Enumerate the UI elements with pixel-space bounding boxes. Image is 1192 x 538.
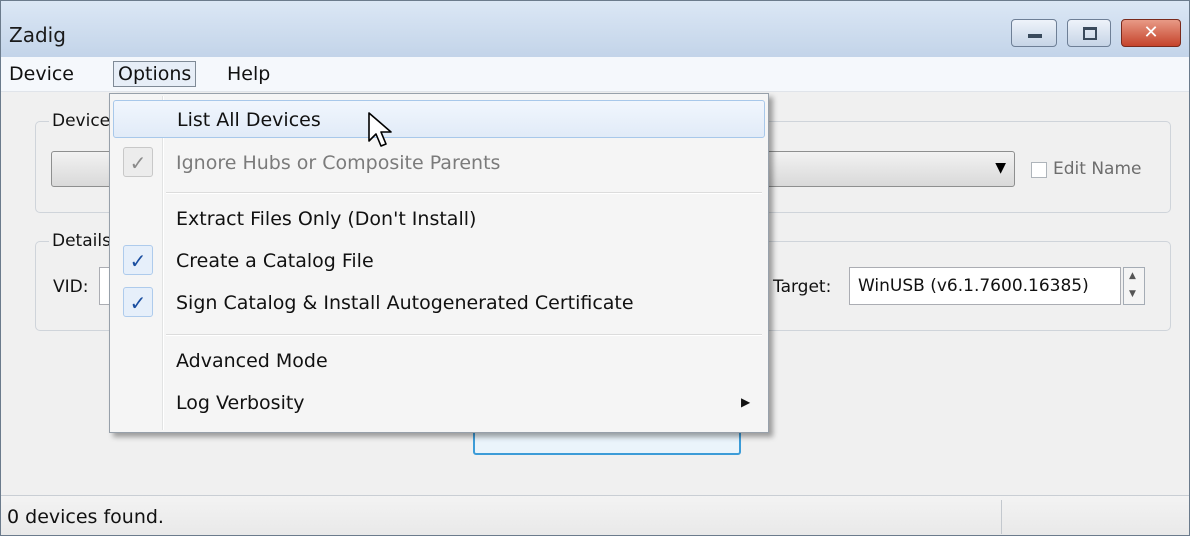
menu-item-label: Ignore Hubs or Composite Parents — [176, 152, 501, 174]
mouse-cursor-icon — [368, 112, 392, 147]
edit-name-checkbox[interactable] — [1031, 162, 1047, 178]
menu-item-label: Log Verbosity — [176, 392, 305, 414]
maximize-icon — [1083, 27, 1097, 40]
minimize-button[interactable] — [1011, 19, 1057, 47]
status-text: 0 devices found. — [7, 506, 164, 528]
device-group-legend: Device — [49, 111, 114, 131]
options-menu-dropdown: List All Devices ✓ Ignore Hubs or Compos… — [109, 93, 769, 433]
dropdown-arrow-icon: ▼ — [995, 160, 1006, 176]
checkmark-icon: ✓ — [123, 245, 153, 275]
menu-help[interactable]: Help — [223, 61, 274, 87]
driver-target-value: WinUSB (v6.1.7600.16385) — [858, 276, 1089, 296]
status-bar: 0 devices found. — [1, 495, 1189, 535]
menu-item-label: Advanced Mode — [176, 350, 328, 372]
menu-item-list-all-devices[interactable]: List All Devices — [113, 100, 765, 138]
menu-item-advanced-mode[interactable]: Advanced Mode — [113, 342, 765, 380]
target-label: Target: — [773, 277, 832, 297]
checkmark-icon: ✓ — [123, 147, 153, 177]
maximize-button[interactable] — [1067, 19, 1111, 47]
menu-options[interactable]: Options — [113, 61, 197, 87]
submenu-arrow-icon: ▶ — [741, 395, 751, 409]
menu-item-label: Create a Catalog File — [176, 250, 374, 272]
checkmark-icon: ✓ — [123, 287, 153, 317]
driver-spinner[interactable]: ▲ ▼ — [1123, 267, 1145, 305]
menu-item-create-catalog[interactable]: ✓ Create a Catalog File — [113, 242, 765, 280]
minimize-icon — [1028, 34, 1042, 38]
menu-separator — [166, 192, 762, 194]
spin-up-icon[interactable]: ▲ — [1129, 271, 1136, 281]
status-divider — [1001, 500, 1002, 534]
menu-item-label: Sign Catalog & Install Autogenerated Cer… — [176, 292, 634, 314]
menu-item-extract-files-only[interactable]: Extract Files Only (Don't Install) — [113, 200, 765, 238]
close-button[interactable]: ✕ — [1121, 19, 1181, 47]
spin-down-icon[interactable]: ▼ — [1129, 289, 1136, 299]
details-group-legend: Details — [49, 231, 114, 251]
menu-item-ignore-hubs[interactable]: ✓ Ignore Hubs or Composite Parents — [113, 144, 765, 182]
window-title: Zadig — [9, 23, 66, 47]
zadig-window: Zadig ✕ Device Options Help Device ▼ Edi… — [0, 0, 1190, 536]
menu-item-label: List All Devices — [177, 109, 321, 131]
edit-name-label: Edit Name — [1053, 159, 1142, 179]
menu-separator — [166, 334, 762, 336]
menu-item-label: Extract Files Only (Don't Install) — [176, 208, 477, 230]
menu-bar: Device Options Help — [1, 57, 1189, 92]
vid-label: VID: — [53, 277, 89, 297]
driver-target-field[interactable]: WinUSB (v6.1.7600.16385) — [849, 267, 1121, 305]
menu-item-log-verbosity[interactable]: Log Verbosity ▶ — [113, 384, 765, 422]
title-bar[interactable]: Zadig ✕ — [1, 1, 1189, 57]
menu-device[interactable]: Device — [5, 61, 78, 87]
close-icon: ✕ — [1143, 22, 1159, 43]
menu-item-sign-catalog[interactable]: ✓ Sign Catalog & Install Autogenerated C… — [113, 284, 765, 322]
